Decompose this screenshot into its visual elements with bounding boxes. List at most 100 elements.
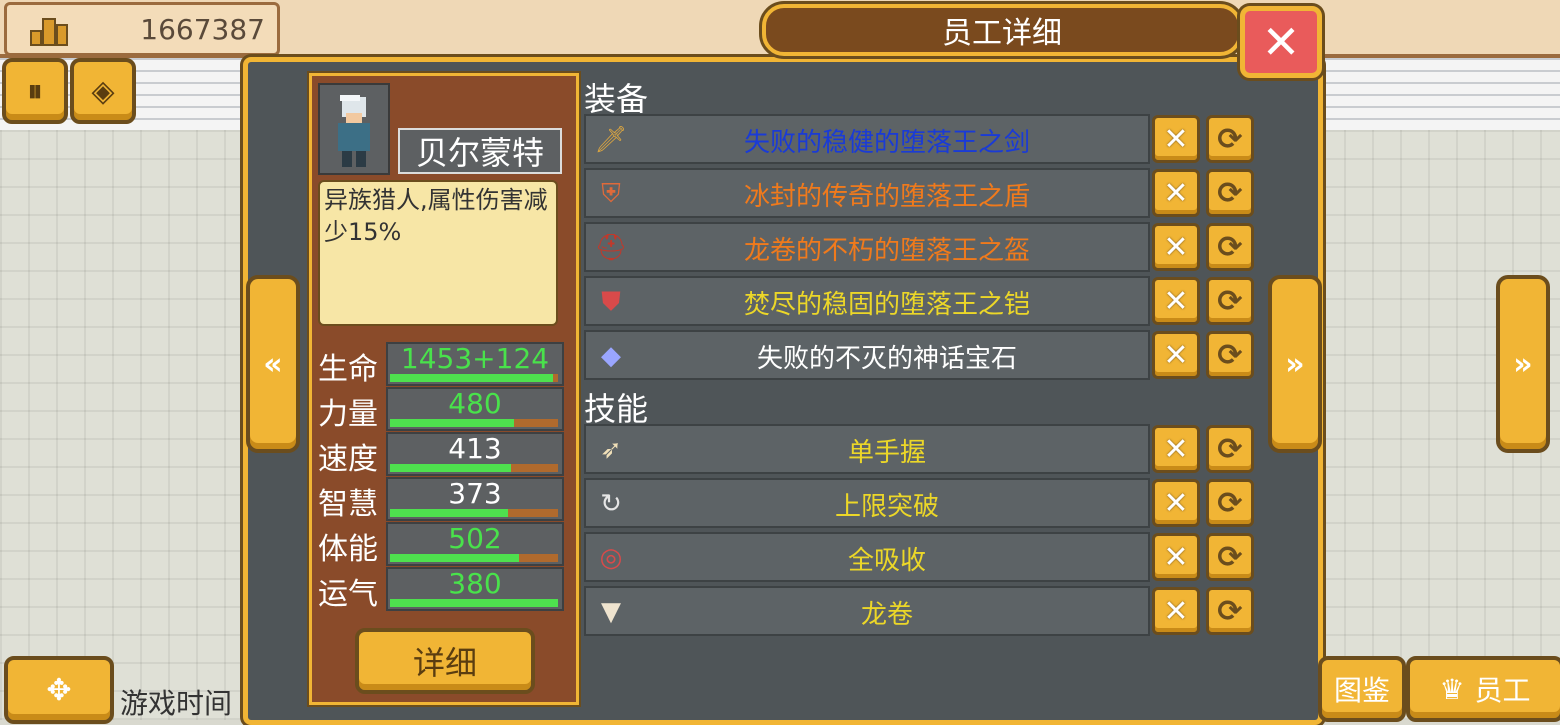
close-icon: ✕ [1163,175,1189,211]
swap-button[interactable]: ⟳ [1206,277,1254,325]
stat-bar [390,599,558,607]
skill-row[interactable]: ◎ 全吸收 [584,532,1150,582]
detail-button-label: 详细 [412,644,477,682]
next-page-button[interactable]: » [1496,275,1550,453]
skill-name: 全吸收 [847,546,926,576]
stat-box: 1453+124 [386,342,564,386]
stat-row: 生命 1453+124 [316,342,566,387]
stat-value: 413 [448,432,502,465]
dialog-title-text: 员工详细 [942,16,1062,51]
employee-button-label: 员工 [1474,674,1531,707]
skill-row[interactable]: ➶ 单手握 [584,424,1150,474]
swap-icon: ⟳ [1217,431,1243,467]
close-icon: ✕ [1261,15,1301,69]
skill-name: 龙卷 [860,600,913,630]
remove-button[interactable]: ✕ [1152,277,1200,325]
stat-row: 运气 380 [316,567,566,612]
next-employee-button[interactable]: » [1268,275,1322,453]
equipment-row[interactable]: ⛨ 冰封的传奇的堕落王之盾 [584,168,1150,218]
swap-icon: ⟳ [1217,337,1243,373]
building-icon [30,18,68,46]
shield-icon: ⛨ [601,178,621,209]
equipment-row[interactable]: ⛑ 龙卷的不朽的堕落王之盔 [584,222,1150,272]
equipment-row[interactable]: ◆ 失败的不灭的神话宝石 [584,330,1150,380]
remove-button[interactable]: ✕ [1152,533,1200,581]
close-button[interactable]: ✕ [1240,6,1322,78]
employee-name-text: 贝尔蒙特 [415,134,544,172]
stat-box: 413 [386,432,564,476]
stat-box: 502 [386,522,564,566]
cycle-icon: ↻ [600,489,622,519]
swap-button[interactable]: ⟳ [1206,331,1254,379]
remove-button[interactable]: ✕ [1152,331,1200,379]
close-icon: ✕ [1163,337,1189,373]
remove-button[interactable]: ✕ [1152,223,1200,271]
close-icon: ✕ [1163,539,1189,575]
feather-sword-icon: ➶ [600,435,622,465]
equipment-row[interactable]: 🗡 失败的稳健的堕落王之剑 [584,114,1150,164]
employee-description: 异族猎人,属性伤害减少15% [318,180,558,326]
stat-value: 1453+124 [400,342,550,375]
equipment-row[interactable]: ⛊ 焚尽的稳固的堕落王之铠 [584,276,1150,326]
armor-icon: ⛊ [601,286,621,317]
pause-button[interactable]: ⏸ [2,58,68,124]
swap-icon: ⟳ [1217,283,1243,319]
stat-bar-fill [390,374,553,382]
remove-button[interactable]: ✕ [1152,425,1200,473]
money-value: 1667387 [140,13,265,46]
speed-button[interactable]: ◈ [70,58,136,124]
stat-row: 速度 413 [316,432,566,477]
double-chevron-right-icon: » [1513,346,1533,382]
swap-button[interactable]: ⟳ [1206,425,1254,473]
stat-label: 智慧 [318,487,378,522]
swap-button[interactable]: ⟳ [1206,169,1254,217]
stat-bar-fill [390,554,520,562]
pause-icon: ⏸ [27,73,43,109]
money-display: 1667387 [4,2,280,56]
speed-icon: ◈ [91,73,115,109]
gem-icon: ◆ [601,341,621,371]
map-button[interactable]: ✥ [4,656,114,724]
close-icon: ✕ [1163,485,1189,521]
close-icon: ✕ [1163,121,1189,157]
skill-row[interactable]: ▼ 龙卷 [584,586,1150,636]
detail-button[interactable]: 详细 [355,628,535,694]
swap-button[interactable]: ⟳ [1206,115,1254,163]
close-icon: ✕ [1163,283,1189,319]
encyclopedia-button[interactable]: 图鉴 [1318,656,1406,722]
stat-value: 480 [448,387,502,420]
remove-button[interactable]: ✕ [1152,587,1200,635]
encyclopedia-label: 图鉴 [1333,674,1390,707]
swap-button[interactable]: ⟳ [1206,533,1254,581]
equipment-name: 失败的稳健的堕落王之剑 [743,128,1030,158]
stat-value: 502 [448,522,502,555]
remove-button[interactable]: ✕ [1152,115,1200,163]
swap-button[interactable]: ⟳ [1206,587,1254,635]
remove-button[interactable]: ✕ [1152,479,1200,527]
equipment-name: 冰封的传奇的堕落王之盾 [743,182,1030,212]
stat-label: 速度 [318,442,378,477]
sword-icon: 🗡 [594,125,628,155]
swap-button[interactable]: ⟳ [1206,223,1254,271]
stat-label: 体能 [318,532,378,567]
stat-box: 380 [386,567,564,611]
stat-bar [390,419,558,427]
swap-button[interactable]: ⟳ [1206,479,1254,527]
remove-button[interactable]: ✕ [1152,169,1200,217]
stat-bar-fill [390,464,511,472]
close-icon: ✕ [1163,431,1189,467]
tornado-icon: ▼ [601,597,621,627]
employee-button[interactable]: ♛ 员工 [1406,656,1560,722]
equipment-name: 失败的不灭的神话宝石 [756,344,1017,374]
stat-label: 生命 [318,352,378,387]
skill-name: 上限突破 [834,492,939,522]
prev-employee-button[interactable]: « [246,275,300,453]
stat-bar [390,554,558,562]
skill-row[interactable]: ↻ 上限突破 [584,478,1150,528]
stat-bar [390,464,558,472]
close-icon: ✕ [1163,229,1189,265]
stat-box: 480 [386,387,564,431]
stat-bar-fill [390,509,508,517]
dpad-icon: ✥ [46,672,72,708]
swap-icon: ⟳ [1217,593,1243,629]
